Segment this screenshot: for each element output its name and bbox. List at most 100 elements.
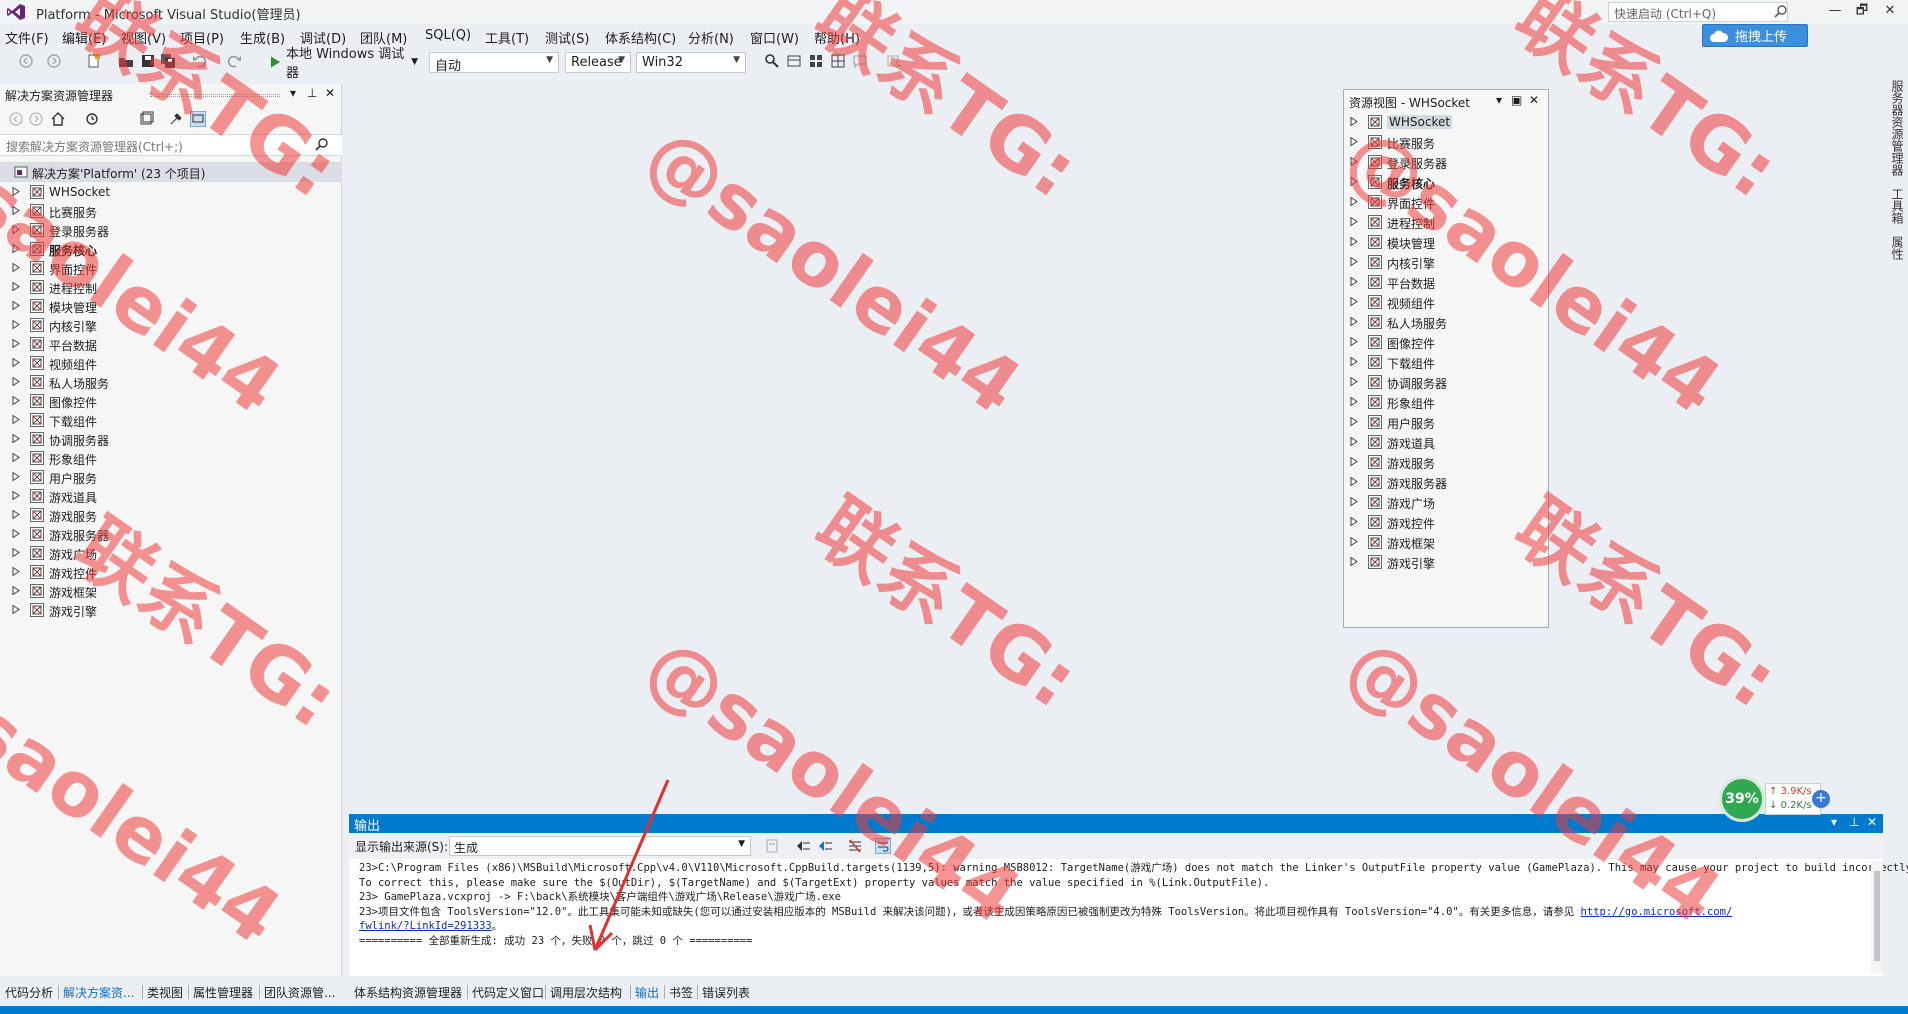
- expand-arrow-icon[interactable]: [12, 453, 20, 462]
- tab-architecture-explorer[interactable]: 体系结构资源管理器: [352, 983, 464, 1002]
- forward-icon[interactable]: [46, 53, 62, 69]
- start-debugging-button[interactable]: 本地 Windows 调试器 ▼: [270, 47, 418, 81]
- layout-icon[interactable]: [808, 53, 824, 69]
- expand-arrow-icon[interactable]: [1350, 157, 1358, 166]
- expand-arrow-icon[interactable]: [1350, 277, 1358, 286]
- menu-help[interactable]: 帮助(H): [814, 28, 860, 47]
- maximize-icon[interactable]: ▣: [1511, 93, 1522, 107]
- expand-arrow-icon[interactable]: [12, 358, 20, 367]
- expand-arrow-icon[interactable]: [1350, 177, 1358, 186]
- expand-arrow-icon[interactable]: [12, 396, 20, 405]
- tab-solution-explorer[interactable]: 解决方案资...: [61, 983, 136, 1002]
- close-icon[interactable]: ✕: [325, 86, 335, 100]
- expand-arrow-icon[interactable]: [1350, 257, 1358, 266]
- expand-arrow-icon[interactable]: [12, 548, 20, 557]
- expand-arrow-icon[interactable]: [1350, 377, 1358, 386]
- word-wrap-icon[interactable]: [875, 838, 891, 854]
- output-link-continued[interactable]: fwlink/?LinkId=291333: [359, 920, 492, 932]
- menu-project[interactable]: 项目(P): [180, 28, 224, 47]
- output-source-select[interactable]: 生成 ▼: [449, 836, 751, 856]
- pin-icon[interactable]: ⊥: [307, 86, 317, 100]
- minimize-button[interactable]: —: [1825, 2, 1845, 20]
- back-icon[interactable]: [18, 53, 34, 69]
- expand-arrow-icon[interactable]: [12, 377, 20, 386]
- chevron-down-icon[interactable]: ▾: [290, 86, 296, 100]
- forward-icon[interactable]: [28, 111, 44, 127]
- expand-arrow-icon[interactable]: [12, 282, 20, 291]
- network-monitor-widget[interactable]: ↑ 3.9K/s ↓ 0.2K/s 39% +: [1719, 776, 1831, 822]
- menu-window[interactable]: 窗口(W): [750, 28, 799, 47]
- clear-all-icon[interactable]: [847, 838, 863, 854]
- expand-arrow-icon[interactable]: [1350, 477, 1358, 486]
- properties-icon[interactable]: [168, 111, 184, 127]
- drag-grip[interactable]: [150, 94, 280, 97]
- expand-arrow-icon[interactable]: [12, 567, 20, 576]
- pin-icon[interactable]: ⊥: [1849, 815, 1859, 829]
- search-icon[interactable]: [1774, 4, 1788, 18]
- home-icon[interactable]: [50, 111, 66, 127]
- expand-arrow-icon[interactable]: [1350, 417, 1358, 426]
- expand-arrow-icon[interactable]: [12, 320, 20, 329]
- menu-edit[interactable]: 编辑(E): [62, 28, 106, 47]
- expand-arrow-icon[interactable]: [1350, 337, 1358, 346]
- scrollbar-thumb[interactable]: [1874, 871, 1880, 961]
- redo-icon[interactable]: [226, 53, 242, 69]
- expand-arrow-icon[interactable]: [12, 225, 20, 234]
- tab-code-analysis[interactable]: 代码分析: [3, 983, 55, 1002]
- expand-arrow-icon[interactable]: [1350, 497, 1358, 506]
- collapse-all-icon[interactable]: [138, 111, 154, 127]
- menu-view[interactable]: 视图(V): [121, 28, 166, 47]
- tab-class-view[interactable]: 类视图: [145, 983, 185, 1002]
- platform-combo[interactable]: Win32 ▼: [636, 52, 746, 73]
- expand-arrow-icon[interactable]: [1350, 297, 1358, 306]
- find-message-icon[interactable]: [765, 838, 781, 854]
- open-file-icon[interactable]: [118, 53, 134, 69]
- configuration-combo[interactable]: Release ▼: [565, 52, 631, 73]
- tab-property-manager[interactable]: 属性管理器: [191, 983, 255, 1002]
- history-icon[interactable]: [84, 111, 100, 127]
- solution-search-input[interactable]: 搜索解决方案资源管理器(Ctrl+;): [0, 134, 342, 156]
- expand-arrow-icon[interactable]: [1350, 437, 1358, 446]
- solution-root-node[interactable]: 解决方案'Platform' (23 个项目): [0, 162, 342, 182]
- undo-icon[interactable]: [192, 53, 208, 69]
- expand-arrow-icon[interactable]: [12, 605, 20, 614]
- next-message-icon[interactable]: [817, 838, 833, 854]
- new-project-icon[interactable]: [86, 53, 102, 69]
- quick-launch-input[interactable]: 快速启动 (Ctrl+Q): [1608, 2, 1788, 22]
- mode-combo[interactable]: 自动 ▼: [429, 52, 559, 74]
- expand-arrow-icon[interactable]: [1350, 517, 1358, 526]
- expand-arrow-icon[interactable]: [12, 244, 20, 253]
- expand-arrow-icon[interactable]: [12, 339, 20, 348]
- expand-arrow-icon[interactable]: [12, 491, 20, 500]
- tab-error-list[interactable]: 错误列表: [700, 983, 752, 1002]
- expand-arrow-icon[interactable]: [12, 529, 20, 538]
- output-link[interactable]: http://go.microsoft.com/: [1581, 906, 1733, 918]
- tab-team-explorer[interactable]: 团队资源管...: [262, 983, 337, 1002]
- save-all-icon[interactable]: [160, 53, 176, 69]
- back-icon[interactable]: [8, 111, 24, 127]
- expand-arrow-icon[interactable]: [12, 263, 20, 272]
- save-icon[interactable]: [140, 53, 156, 69]
- comment-icon[interactable]: [852, 53, 868, 69]
- close-button[interactable]: ✕: [1880, 2, 1900, 20]
- expand-arrow-icon[interactable]: [12, 301, 20, 310]
- expand-arrow-icon[interactable]: [1350, 457, 1358, 466]
- tab-call-hierarchy[interactable]: 调用层次结构: [548, 983, 624, 1002]
- expand-arrow-icon[interactable]: [12, 187, 20, 196]
- menu-tools[interactable]: 工具(T): [485, 28, 529, 47]
- grid-icon[interactable]: [830, 53, 846, 69]
- expand-arrow-icon[interactable]: [1350, 197, 1358, 206]
- tab-properties[interactable]: 属性: [1889, 236, 1906, 260]
- expand-arrow-icon[interactable]: [12, 510, 20, 519]
- chevron-down-icon[interactable]: ▾: [1496, 93, 1502, 107]
- chevron-down-icon[interactable]: ▾: [1831, 815, 1837, 829]
- expand-arrow-icon[interactable]: [1350, 237, 1358, 246]
- expand-arrow-icon[interactable]: [1350, 397, 1358, 406]
- menu-test[interactable]: 测试(S): [545, 28, 589, 47]
- expand-arrow-icon[interactable]: [12, 206, 20, 215]
- expand-arrow-icon[interactable]: [12, 586, 20, 595]
- prev-message-icon[interactable]: [795, 838, 811, 854]
- menu-analyze[interactable]: 分析(N): [688, 28, 734, 47]
- upload-button[interactable]: 拖拽上传: [1702, 24, 1808, 47]
- expand-arrow-icon[interactable]: [1350, 557, 1358, 566]
